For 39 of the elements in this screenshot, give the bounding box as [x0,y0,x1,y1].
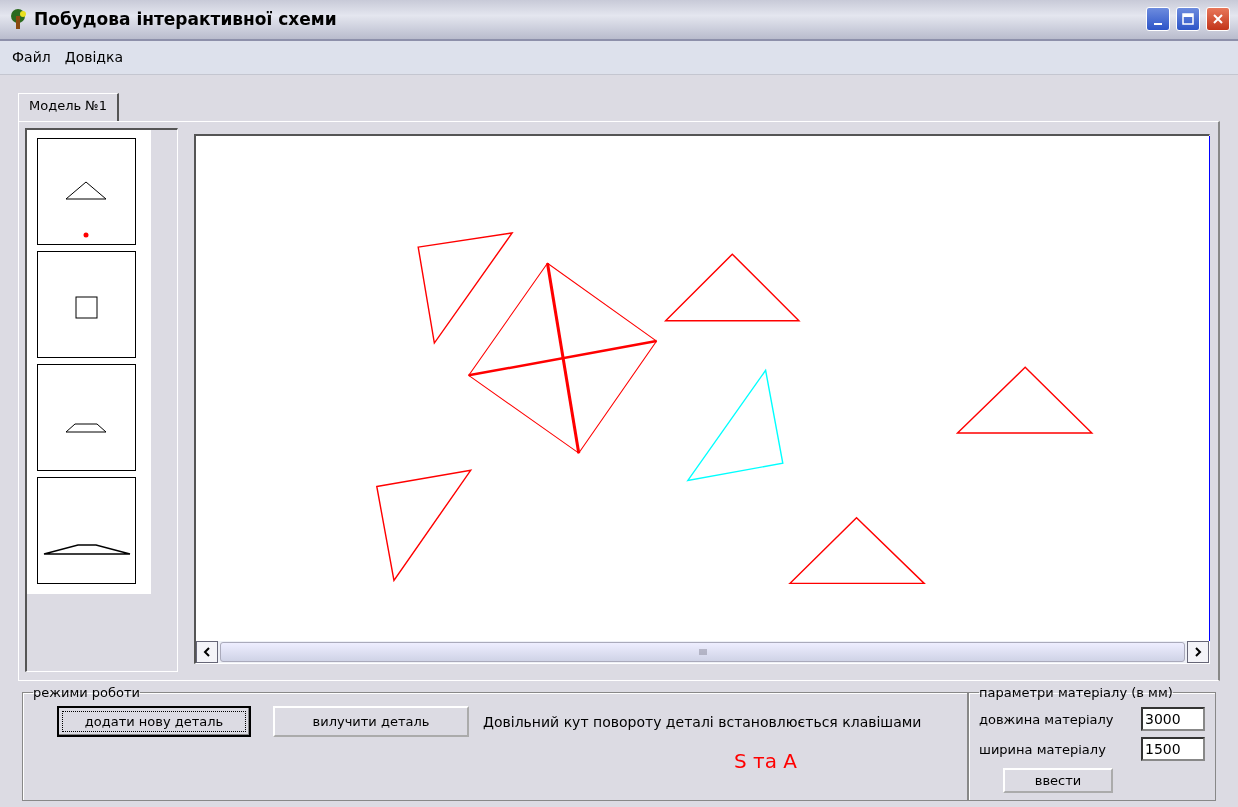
rotation-hint: Довільний кут повороту деталі встановлюється клавішами [483,713,922,730]
scrollbar-thumb[interactable] [220,642,1185,662]
trapezoid-icon [43,544,131,555]
shape-palette-item[interactable] [37,364,136,471]
minimize-icon [1154,23,1162,26]
triangle-shape[interactable] [663,253,801,322]
field-label: довжина матеріалу [979,711,1115,727]
shape-palette-item[interactable] [37,251,136,358]
triangle-icon [65,181,107,200]
minimize-button[interactable] [1146,7,1170,32]
shape-palette-item[interactable] [37,138,136,245]
scroll-left-button[interactable] [196,641,218,663]
field-label: ширина матеріалу [979,742,1107,757]
tab[interactable]: Модель №1 [18,93,120,121]
action-button[interactable]: вилучити деталь [273,706,469,737]
input-field[interactable]: 1500 [1141,737,1205,762]
menu-item[interactable]: Файл [12,49,51,66]
group-title: режими роботи [33,685,140,700]
grip-icon [698,648,707,656]
scroll-right-button[interactable] [1187,641,1209,663]
input-field[interactable]: 3000 [1141,707,1205,732]
group-title: параметри матеріалу (в мм) [979,685,1173,700]
triangle-shape[interactable] [955,366,1094,434]
triangle-shape[interactable] [375,469,473,583]
app-icon [8,8,28,31]
trapezoid-icon [65,423,107,433]
close-icon [1212,13,1224,26]
menu-item[interactable]: Довідка [64,49,124,66]
triangle-shape[interactable] [417,232,514,345]
shape-palette-item[interactable] [37,477,136,584]
window-title: Побудова інтерактивної схеми [34,9,338,30]
rotation-keys: S та A [734,749,797,773]
maximize-button[interactable] [1176,7,1200,32]
triangle-shape[interactable] [788,516,926,585]
maximize-icon [1182,13,1194,26]
close-button[interactable] [1206,7,1230,32]
enter-button[interactable]: ввести [1003,767,1113,793]
action-button[interactable]: додати нову деталь [57,706,251,737]
square-icon [75,296,98,319]
